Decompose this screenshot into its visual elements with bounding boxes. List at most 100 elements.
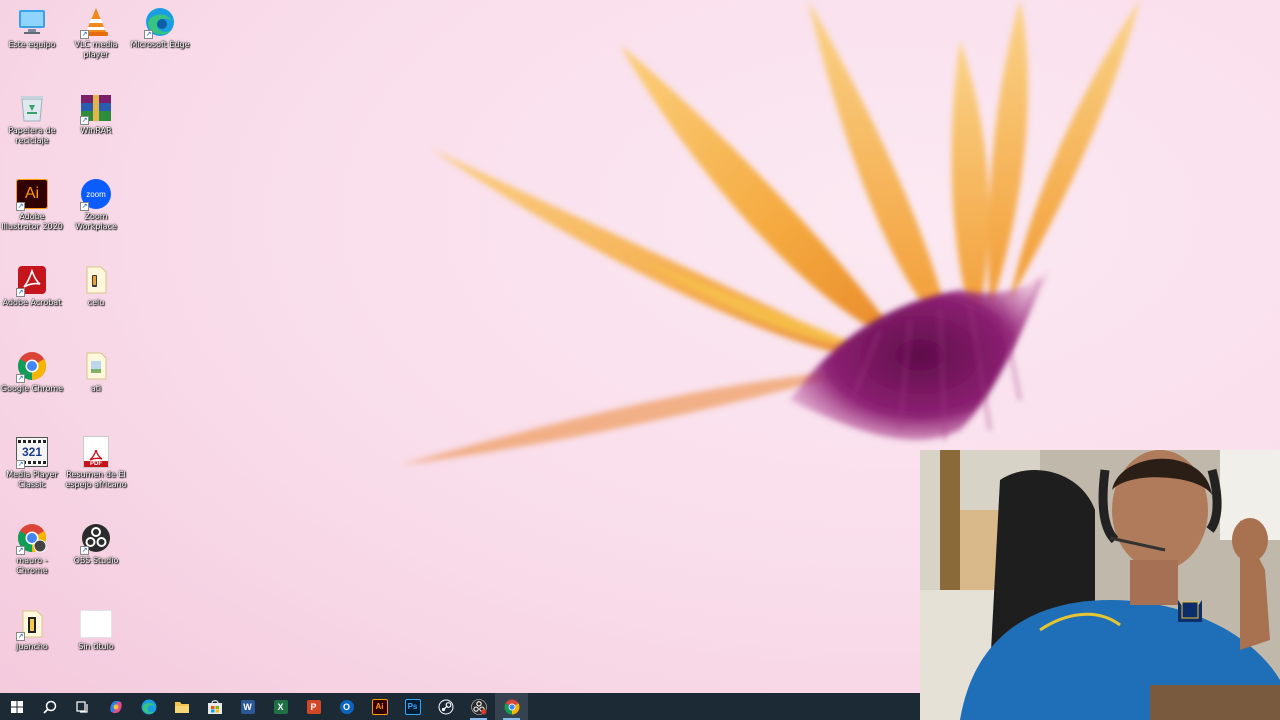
desktop-icon-label: juancho xyxy=(16,642,48,651)
shortcut-arrow-icon: ↗ xyxy=(80,30,89,39)
taskbar-steam[interactable] xyxy=(429,693,462,720)
task-view-button[interactable] xyxy=(66,693,99,720)
shortcut-arrow-icon: ↗ xyxy=(144,30,153,39)
desktop-icon-label: celu xyxy=(87,298,105,307)
taskbar-store[interactable] xyxy=(198,693,231,720)
taskbar: W X P O Ai Ps xyxy=(0,693,920,720)
folder-icon xyxy=(174,701,189,713)
shortcut-arrow-icon: ↗ xyxy=(16,288,25,297)
taskbar-copilot[interactable] xyxy=(99,693,132,720)
shortcut-arrow-icon: ↗ xyxy=(16,546,25,555)
pdf-icon: PDF xyxy=(80,436,112,468)
desktop-icon-illustrator[interactable]: Ai ↗ Adobe Illustrator 2020 xyxy=(0,174,64,250)
photoshop-icon: Ps xyxy=(404,698,421,715)
desktop-icon-celu[interactable]: celu xyxy=(64,260,128,336)
folder-icon xyxy=(80,350,112,382)
steam-icon xyxy=(438,699,453,714)
desktop-icon-ati[interactable]: ati xyxy=(64,346,128,422)
outlook-icon: O xyxy=(339,699,354,714)
shortcut-arrow-icon: ↗ xyxy=(16,460,25,469)
search-button[interactable] xyxy=(33,693,66,720)
desktop-icon-label: ati xyxy=(90,384,102,393)
desktop-icon-label: Adobe Illustrator 2020 xyxy=(1,212,63,231)
taskbar-edge[interactable] xyxy=(132,693,165,720)
desktop-icon-winrar[interactable]: ↗ WinRAR xyxy=(64,88,128,164)
desktop-icon-juancho[interactable]: ↗ juancho xyxy=(0,604,64,680)
desktop-icon-acrobat[interactable]: ↗ Adobe Acrobat xyxy=(0,260,64,336)
acrobat-mark-icon xyxy=(89,449,103,461)
excel-icon: X xyxy=(273,699,288,714)
shortcut-arrow-icon: ↗ xyxy=(16,632,25,641)
desktop-icon-label: Resumen de El espejo africano xyxy=(65,470,127,489)
desktop-icon-label: Google Chrome xyxy=(0,384,64,393)
desktop-icon-sin-titulo[interactable]: Sin título xyxy=(64,604,128,680)
desktop-icon-label: Este equipo xyxy=(8,40,56,49)
taskbar-file-explorer[interactable] xyxy=(165,693,198,720)
start-button[interactable] xyxy=(0,693,33,720)
chrome-profile-icon: ↗ xyxy=(16,522,48,555)
mpc-glyph: 321 xyxy=(21,445,43,459)
zoom-icon: zoom ↗ xyxy=(80,178,112,211)
folder-icon xyxy=(80,264,112,296)
folder-icon: ↗ xyxy=(16,608,48,641)
desktop-icon-label: Sin título xyxy=(78,642,114,651)
winrar-icon: ↗ xyxy=(80,92,112,125)
edge-icon: ↗ xyxy=(144,6,176,39)
powerpoint-icon: P xyxy=(306,699,321,714)
obs-icon: ↗ xyxy=(80,522,112,555)
illustrator-icon: Ai ↗ xyxy=(16,178,48,211)
desktop-icon-label: VLC media player xyxy=(74,40,118,59)
desktop-icon-label: Microsoft Edge xyxy=(130,40,190,49)
taskbar-chrome[interactable] xyxy=(495,693,528,720)
acrobat-icon: ↗ xyxy=(16,264,48,297)
desktop-icon-este-equipo[interactable]: Este equipo xyxy=(0,2,64,78)
desktop-icon-chrome[interactable]: ↗ Google Chrome xyxy=(0,346,64,422)
desktop-icon-label: OBS Studio xyxy=(73,556,119,565)
taskbar-excel[interactable]: X xyxy=(264,693,297,720)
desktop-icon-zoom[interactable]: zoom ↗ Zoom Workplace xyxy=(64,174,128,250)
vlc-icon: ↗ xyxy=(80,6,112,39)
desktop-icon-papelera[interactable]: Papelera de reciclaje xyxy=(0,88,64,164)
blank-file-icon xyxy=(80,608,112,640)
blank-file-page xyxy=(80,610,112,638)
taskbar-powerpoint[interactable]: P xyxy=(297,693,330,720)
desktop-icon-label: Papelera de reciclaje xyxy=(8,126,56,145)
shortcut-arrow-icon: ↗ xyxy=(80,202,89,211)
desktop-icon-edge[interactable]: ↗ Microsoft Edge xyxy=(128,2,192,78)
desktop-icon-label: WinRAR xyxy=(80,126,112,135)
desktop-icon-label: Media Player Classic xyxy=(6,470,58,489)
task-view-icon xyxy=(75,700,88,713)
word-icon: W xyxy=(240,699,255,714)
taskbar-photoshop[interactable]: Ps xyxy=(396,693,429,720)
search-icon xyxy=(42,700,56,714)
shortcut-arrow-icon: ↗ xyxy=(16,374,25,383)
edge-icon xyxy=(141,699,156,714)
pdf-label-badge: PDF xyxy=(84,461,108,467)
shortcut-arrow-icon: ↗ xyxy=(80,546,89,555)
taskbar-outlook[interactable]: O xyxy=(330,693,363,720)
desktop-icon-media-player-classic[interactable]: 321 ↗ Media Player Classic xyxy=(0,432,64,508)
webcam-person-image xyxy=(920,450,1280,720)
desktop-icon-label: mauro - Chrome xyxy=(16,556,48,575)
desktop-icon-vlc[interactable]: ↗ VLC media player xyxy=(64,2,128,78)
windows-start-icon xyxy=(10,700,23,713)
pdf-page: PDF xyxy=(83,436,109,468)
obs-icon xyxy=(470,698,487,715)
chrome-icon xyxy=(504,699,519,714)
desktop-icon-resumen-pdf[interactable]: PDF Resumen de El espejo africano xyxy=(64,432,128,508)
taskbar-illustrator[interactable]: Ai xyxy=(363,693,396,720)
shortcut-arrow-icon: ↗ xyxy=(16,202,25,211)
taskbar-obs[interactable] xyxy=(462,693,495,720)
computer-icon xyxy=(16,6,48,38)
desktop-icon-obs[interactable]: ↗ OBS Studio xyxy=(64,518,128,594)
store-icon xyxy=(207,699,222,714)
taskbar-word[interactable]: W xyxy=(231,693,264,720)
illustrator-icon: Ai xyxy=(371,698,388,715)
shortcut-arrow-icon: ↗ xyxy=(80,116,89,125)
copilot-icon xyxy=(109,700,122,713)
webcam-overlay xyxy=(920,450,1280,720)
recycle-bin-icon xyxy=(16,92,48,124)
mpc-icon: 321 ↗ xyxy=(16,436,48,469)
desktop-icon-mauro-chrome[interactable]: ↗ mauro - Chrome xyxy=(0,518,64,594)
desktop-icon-label: Zoom Workplace xyxy=(75,212,117,231)
